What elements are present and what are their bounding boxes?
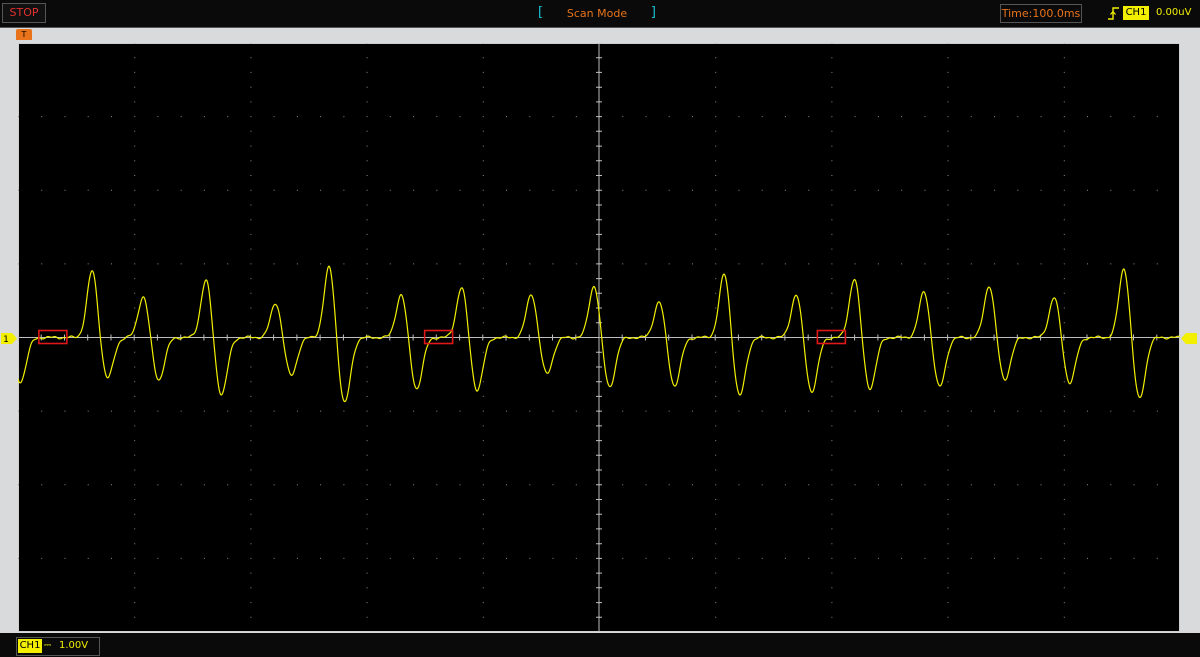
bracket-right-icon: ] (650, 5, 656, 20)
acquisition-mode-label: Scan Mode (566, 7, 628, 20)
timebase-readout[interactable]: Time:100.0ms (1000, 4, 1082, 23)
channel-number: 1 (3, 335, 9, 344)
bottom-status-bar: CH1 ⎓ 1.00V (0, 633, 1200, 657)
trigger-level-readout[interactable]: 0.00uV (1156, 6, 1198, 20)
vertical-scale-readout: 1.00V (59, 640, 89, 651)
channel-reference-marker-icon[interactable]: 1 (1, 333, 17, 344)
oscilloscope-display[interactable] (18, 43, 1180, 632)
dc-coupling-icon: ⎓ (44, 641, 52, 651)
channel-name-badge: CH1 (18, 639, 42, 653)
acquisition-mode-indicator[interactable]: [ Scan Mode ] (538, 5, 656, 22)
bracket-left-icon: [ (538, 5, 544, 20)
run-stop-button[interactable]: STOP (2, 3, 46, 23)
axis-ticks (18, 43, 1158, 618)
grid-dots (18, 43, 1158, 618)
waveform-plot (18, 43, 1180, 632)
rising-edge-trigger-icon[interactable] (1106, 5, 1122, 22)
trigger-channel-badge[interactable]: CH1 (1123, 6, 1149, 20)
top-status-bar: STOP [ Scan Mode ] Time:100.0ms CH1 0.00… (0, 0, 1200, 28)
channel-reference-marker-right-icon (1181, 333, 1197, 344)
channel-scale-box[interactable]: CH1 ⎓ 1.00V (16, 637, 100, 656)
trigger-position-marker[interactable]: T (16, 29, 32, 40)
